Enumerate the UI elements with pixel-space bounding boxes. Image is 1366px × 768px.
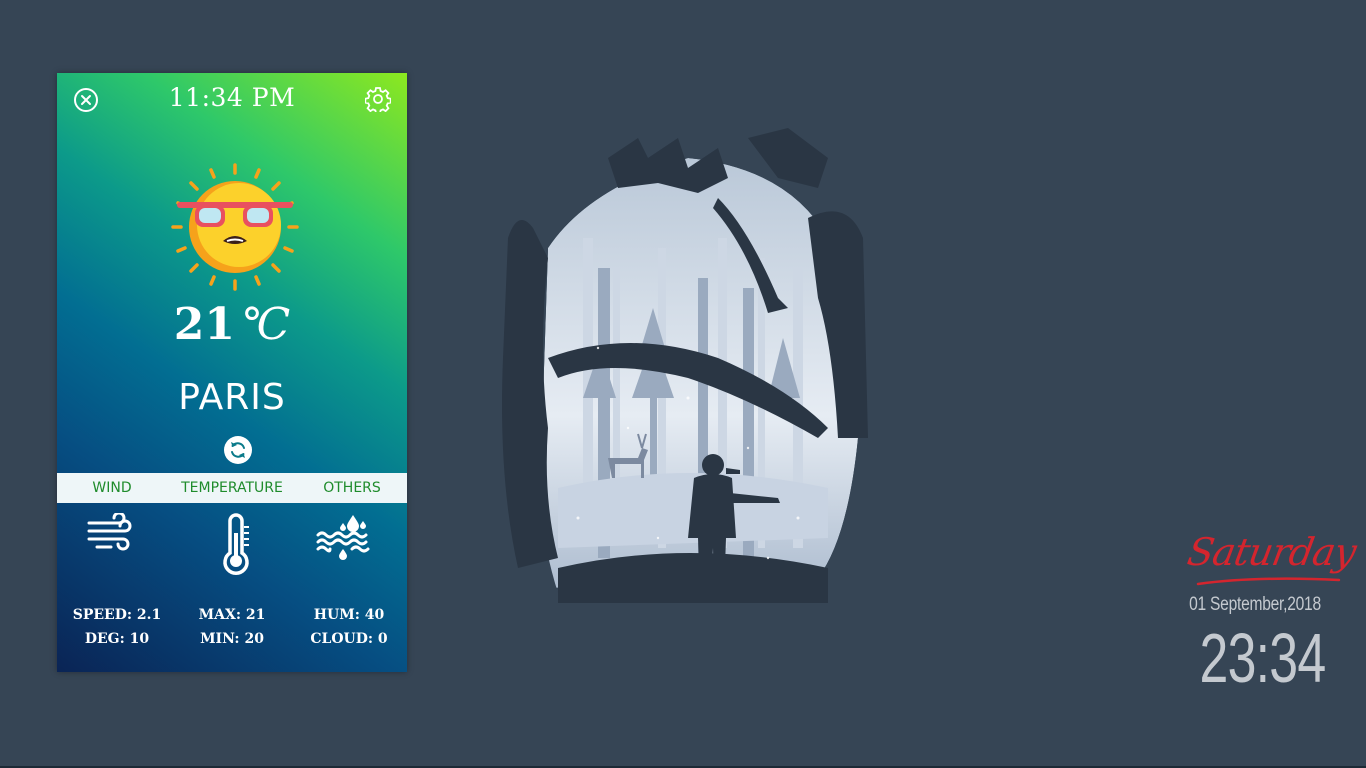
temperature-min: MIN: 20 bbox=[200, 631, 264, 647]
day-underline-swash bbox=[1196, 577, 1341, 586]
sun-with-sunglasses-icon bbox=[169, 161, 301, 293]
thermometer-icon bbox=[217, 513, 257, 580]
tab-wind[interactable]: WIND bbox=[57, 473, 167, 503]
wind-icon bbox=[87, 511, 137, 558]
weather-widget: 11:34 PM 21 ℃ PARIS WIND TEMPERATURE OTH… bbox=[57, 73, 407, 672]
wind-speed: SPEED: 2.1 bbox=[72, 607, 162, 623]
stats-tabs: WIND TEMPERATURE OTHERS bbox=[57, 473, 407, 503]
temperature-value: 21 ℃ bbox=[57, 299, 407, 350]
humidity-value: HUM: 40 bbox=[313, 607, 385, 623]
settings-gear-icon[interactable] bbox=[364, 86, 392, 115]
temperature-number: 21 bbox=[173, 299, 235, 350]
temperature-unit: ℃ bbox=[241, 299, 291, 350]
city-name: PARIS bbox=[178, 377, 286, 418]
forest-hunter-wallpaper-illustration bbox=[488, 98, 878, 603]
clock-day-name: Saturday bbox=[1184, 530, 1359, 574]
widget-header: 11:34 PM bbox=[57, 73, 407, 123]
tab-others[interactable]: OTHERS bbox=[297, 473, 407, 503]
cloud-value: CLOUD: 0 bbox=[310, 631, 388, 647]
clock-time: 23:34 bbox=[1199, 619, 1327, 697]
widget-time: 11:34 PM bbox=[168, 83, 296, 112]
temperature-max: MAX: 21 bbox=[198, 607, 266, 623]
other-stats: HUM: 40 CLOUD: 0 bbox=[289, 603, 409, 651]
wind-degree: DEG: 10 bbox=[84, 631, 150, 647]
refresh-icon[interactable] bbox=[224, 436, 252, 464]
wind-stats: SPEED: 2.1 DEG: 10 bbox=[57, 603, 177, 651]
clock-date: 01 September,2018 bbox=[1189, 594, 1321, 615]
humidity-icon bbox=[315, 513, 371, 566]
temperature-stats: MAX: 21 MIN: 20 bbox=[172, 603, 292, 651]
tab-temperature[interactable]: TEMPERATURE bbox=[167, 473, 297, 503]
